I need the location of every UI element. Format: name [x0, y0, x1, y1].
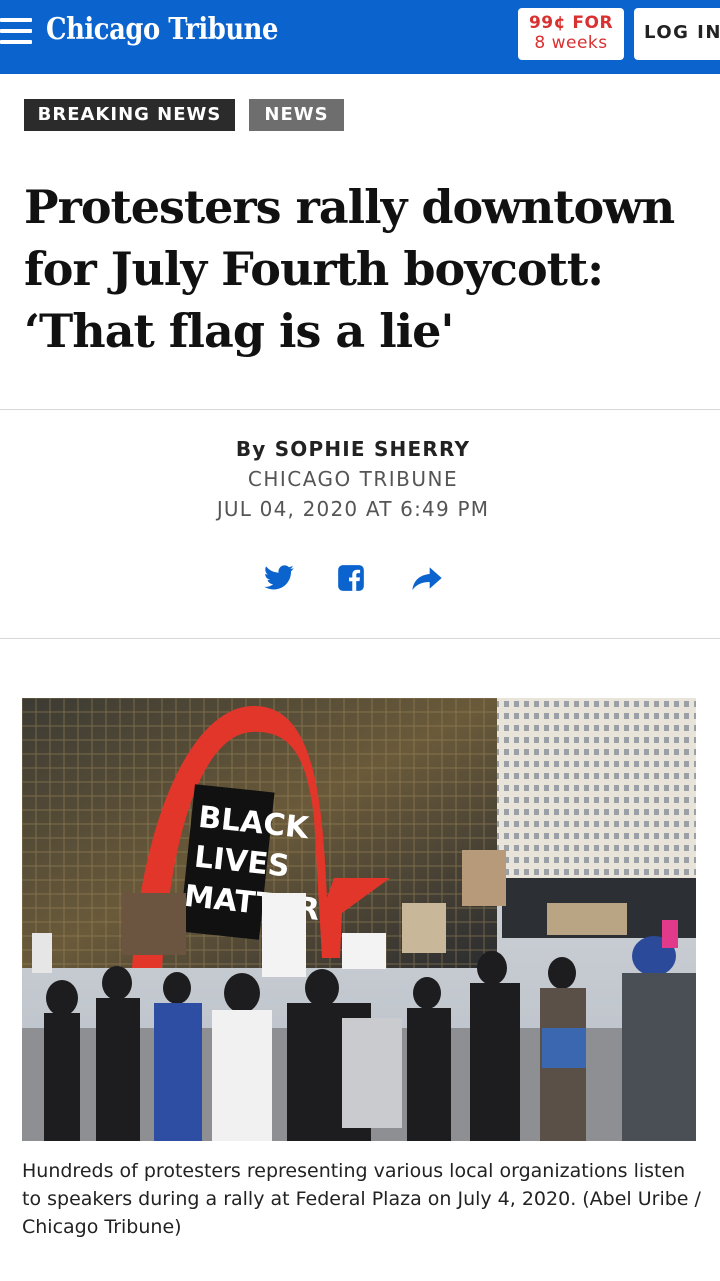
subscribe-duration: 8 weeks [534, 33, 608, 53]
divider [0, 409, 720, 410]
breaking-news-tag[interactable]: BREAKING NEWS [24, 99, 235, 131]
share-forward-icon[interactable] [410, 562, 444, 594]
publish-date: JUL 04, 2020 AT 6:49 PM [216, 497, 490, 521]
top-bar: Chicago Tribune 99¢ FOR 8 weeks LOG IN [0, 0, 720, 74]
menu-icon[interactable] [0, 18, 32, 46]
photo-caption: Hundreds of protesters representing vari… [22, 1160, 701, 1238]
subscribe-button[interactable]: 99¢ FOR 8 weeks [518, 8, 624, 60]
twitter-icon[interactable] [262, 562, 296, 594]
news-tag[interactable]: NEWS [249, 99, 344, 131]
protest-photo-illustration: BLACK LIVES MATTER [22, 698, 696, 1141]
login-button[interactable]: LOG IN [634, 8, 720, 60]
article-photo[interactable]: BLACK LIVES MATTER [22, 698, 696, 1141]
facebook-icon[interactable] [337, 562, 365, 594]
author-byline: By SOPHIE SHERRY [235, 437, 471, 461]
subscribe-price: 99¢ FOR [528, 13, 614, 33]
article-headline: Protesters rally downtown for July Fourt… [24, 180, 675, 358]
publication-name: CHICAGO TRIBUNE [247, 467, 459, 491]
byline-block: By SOPHIE SHERRY CHICAGO TRIBUNE JUL 04,… [0, 434, 706, 524]
divider [0, 638, 720, 639]
site-logo[interactable]: Chicago Tribune [46, 12, 278, 47]
